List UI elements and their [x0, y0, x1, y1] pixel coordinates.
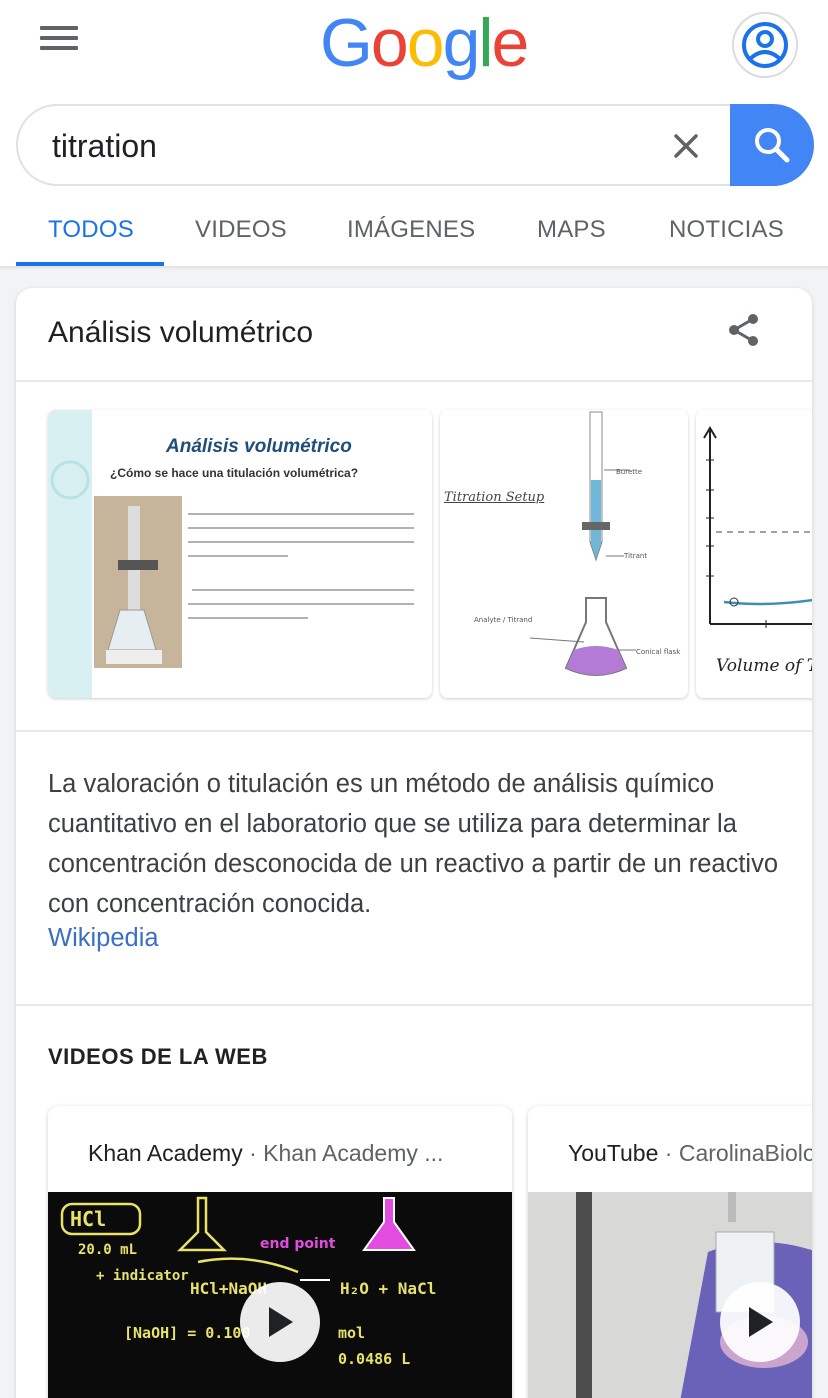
play-button[interactable]	[240, 1282, 320, 1362]
search-icon	[755, 128, 790, 163]
video-thumbnail[interactable]	[528, 1192, 812, 1398]
clear-icon[interactable]	[668, 128, 704, 164]
search-input[interactable]: titration	[16, 104, 814, 186]
svg-text:Burette: Burette	[616, 468, 642, 476]
hamburger-menu-icon[interactable]	[40, 26, 80, 54]
knowledge-panel: Análisis volumétrico Análisis volumétric…	[16, 288, 812, 1398]
panel-title: Análisis volumétrico	[48, 316, 314, 349]
search-tabs: TODOS VIDEOS IMÁGENES MAPS NOTICIAS	[0, 196, 828, 266]
svg-text:Conical flask: Conical flask	[636, 648, 681, 656]
svg-text:end point: end point	[260, 1236, 336, 1252]
divider	[16, 380, 812, 382]
image-result-graph[interactable]: Volume of T	[696, 410, 812, 698]
slide-subheading: ¿Cómo se hace una titulación volumétrica…	[110, 466, 359, 480]
videos-section-heading: VIDEOS DE LA WEB	[48, 1044, 268, 1069]
svg-text:+ indicator: + indicator	[96, 1268, 189, 1284]
graph-axis-label: Volume of T	[716, 656, 812, 676]
tab-noticias[interactable]: NOTICIAS	[669, 216, 784, 244]
share-icon[interactable]	[724, 310, 764, 350]
panel-description: La valoración o titulación es un método …	[48, 770, 779, 918]
video-card-youtube[interactable]: YouTube · CarolinaBiolog	[528, 1106, 812, 1398]
svg-text:H₂O + NaCl: H₂O + NaCl	[340, 1279, 436, 1298]
image-result-slide[interactable]: Análisis volumétrico ¿Cómo se hace una t…	[48, 410, 432, 698]
svg-text:20.0 mL: 20.0 mL	[78, 1242, 137, 1258]
svg-text:HCl: HCl	[70, 1207, 106, 1231]
search-button[interactable]	[730, 104, 814, 186]
video-card-khan-academy[interactable]: Khan Academy · Khan Academy ... HCl 20.0…	[48, 1106, 512, 1398]
account-avatar-icon[interactable]	[732, 12, 798, 78]
tab-todos[interactable]: TODOS	[48, 216, 134, 244]
tab-videos[interactable]: VIDEOS	[195, 216, 287, 244]
video-source: YouTube · CarolinaBiolog	[568, 1140, 812, 1166]
svg-text:0.0486 L: 0.0486 L	[338, 1350, 410, 1368]
google-logo[interactable]: Google	[320, 4, 529, 82]
divider	[16, 1004, 812, 1006]
svg-text:Titrant: Titrant	[623, 552, 647, 560]
play-button[interactable]	[720, 1282, 800, 1362]
video-thumbnail[interactable]: HCl 20.0 mL + indicator HCl+NaOH H₂O + N…	[48, 1192, 512, 1398]
setup-heading: Titration Setup	[444, 490, 545, 505]
slide-heading: Análisis volumétrico	[166, 436, 352, 457]
tab-maps[interactable]: MAPS	[537, 216, 606, 244]
image-result-setup[interactable]: Burette Titrant Conical flask Analyte / …	[440, 410, 688, 698]
wikipedia-link[interactable]: Wikipedia	[48, 924, 159, 953]
header-shadow	[0, 266, 828, 270]
tab-imagenes[interactable]: IMÁGENES	[347, 216, 475, 244]
top-bar: Google titration TODOS VIDEOS IMÁGENES M…	[0, 0, 828, 268]
video-source: Khan Academy · Khan Academy ...	[88, 1140, 444, 1166]
svg-text:[NaOH] = 0.100: [NaOH] = 0.100	[124, 1324, 250, 1342]
divider	[16, 730, 812, 732]
search-query[interactable]: titration	[52, 128, 157, 165]
svg-text:mol: mol	[338, 1324, 365, 1342]
svg-text:Analyte / Titrand: Analyte / Titrand	[474, 616, 532, 624]
